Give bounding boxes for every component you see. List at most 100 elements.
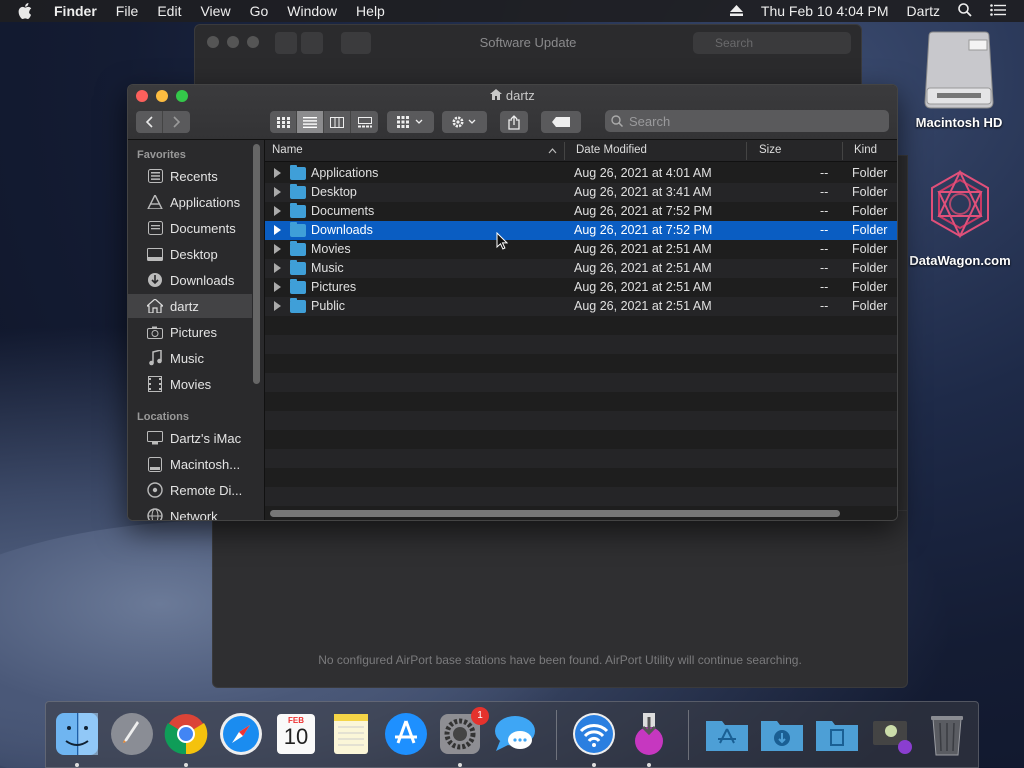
sidebar-item-recents[interactable]: Recents — [128, 164, 252, 188]
disclosure-triangle-icon[interactable] — [274, 206, 281, 216]
list-row-movies[interactable]: Movies Aug 26, 2021 at 2:51 AM -- Folder — [265, 240, 897, 259]
apple-menu-icon[interactable] — [18, 0, 38, 22]
view-mode-group — [270, 111, 378, 133]
share-button[interactable] — [500, 111, 528, 133]
disclosure-triangle-icon[interactable] — [274, 282, 281, 292]
row-date: Aug 26, 2021 at 3:41 AM — [574, 185, 712, 199]
disclosure-triangle-icon[interactable] — [274, 225, 281, 235]
downloads-stack[interactable] — [759, 711, 805, 757]
hard-drive-icon — [924, 31, 994, 109]
list-row-applications[interactable]: Applications Aug 26, 2021 at 4:01 AM -- … — [265, 164, 897, 183]
sidebar-item-network[interactable]: Network — [128, 504, 252, 520]
group-by-icon — [396, 116, 422, 128]
sidebar-label: Applications — [170, 194, 241, 210]
menu-app-name[interactable]: Finder — [54, 3, 97, 19]
list-row-documents[interactable]: Documents Aug 26, 2021 at 7:52 PM -- Fol… — [265, 202, 897, 221]
sidebar-item-macintosh-hd[interactable]: Macintosh... — [128, 452, 252, 476]
menu-window[interactable]: Window — [287, 3, 337, 19]
calendar-dock-icon[interactable]: FEB 10 — [273, 711, 319, 757]
recents-icon — [146, 168, 164, 184]
sidebar-item-remote-disc[interactable]: Remote Di... — [128, 478, 252, 502]
notes-dock-icon[interactable] — [328, 711, 374, 757]
menu-help[interactable]: Help — [356, 3, 385, 19]
screen-recorder-icon — [873, 721, 912, 754]
tag-button[interactable] — [541, 111, 581, 133]
column-header-kind[interactable]: Kind — [854, 144, 877, 156]
system-preferences-dock-icon[interactable]: 1 — [437, 707, 489, 757]
disclosure-triangle-icon[interactable] — [274, 244, 281, 254]
installer-dock-icon[interactable] — [626, 711, 672, 757]
empty-row — [265, 373, 897, 392]
menu-view[interactable]: View — [200, 3, 230, 19]
list-row-music[interactable]: Music Aug 26, 2021 at 2:51 AM -- Folder — [265, 259, 897, 278]
airport-utility-dock-icon[interactable] — [571, 711, 617, 757]
documents-stack[interactable] — [814, 711, 860, 757]
list-row-pictures[interactable]: Pictures Aug 26, 2021 at 2:51 AM -- Fold… — [265, 278, 897, 297]
folder-icon — [290, 165, 306, 180]
icon-view-button[interactable] — [270, 111, 297, 133]
list-view-button[interactable] — [297, 111, 324, 133]
spotlight-icon[interactable] — [958, 2, 972, 20]
column-header-size[interactable]: Size — [759, 144, 781, 156]
search-input[interactable] — [629, 113, 829, 129]
macintosh-hd-desktop-icon[interactable]: Macintosh HD — [910, 30, 1008, 130]
launchpad-dock-icon[interactable] — [109, 711, 155, 757]
sidebar-item-downloads[interactable]: Downloads — [128, 268, 252, 292]
sidebar-item-documents[interactable]: Documents — [128, 216, 252, 240]
notification-center-icon[interactable] — [990, 3, 1006, 19]
finder-dock-icon[interactable] — [54, 711, 100, 757]
horizontal-scrollbar[interactable] — [270, 510, 840, 517]
menu-user[interactable]: Dartz — [907, 3, 940, 19]
disclosure-triangle-icon[interactable] — [274, 263, 281, 273]
column-view-button[interactable] — [324, 111, 351, 133]
sidebar-item-movies[interactable]: Movies — [128, 372, 252, 396]
back-button[interactable] — [136, 111, 163, 133]
list-row-desktop[interactable]: Desktop Aug 26, 2021 at 3:41 AM -- Folde… — [265, 183, 897, 202]
column-header-name[interactable]: Name — [272, 144, 303, 156]
action-button[interactable] — [442, 111, 487, 133]
menu-go[interactable]: Go — [250, 3, 269, 19]
list-row-downloads[interactable]: Downloads Aug 26, 2021 at 7:52 PM -- Fol… — [265, 221, 897, 240]
column-divider — [564, 142, 565, 160]
disclosure-triangle-icon[interactable] — [274, 187, 281, 197]
sidebar-item-dartz[interactable]: dartz — [128, 294, 252, 318]
sidebar-item-imac[interactable]: Dartz's iMac — [128, 426, 252, 450]
sidebar-item-desktop[interactable]: Desktop — [128, 242, 252, 266]
group-by-button[interactable] — [387, 111, 434, 133]
chrome-dock-icon[interactable] — [163, 711, 209, 757]
forward-button[interactable] — [163, 111, 190, 133]
list-rows: Applications Aug 26, 2021 at 4:01 AM -- … — [265, 162, 897, 514]
home-title-icon — [490, 88, 506, 103]
safari-dock-icon[interactable] — [218, 711, 264, 757]
column-header-date[interactable]: Date Modified — [576, 144, 647, 156]
row-name: Applications — [311, 166, 379, 180]
folder-icon — [290, 184, 306, 199]
running-indicator — [75, 763, 79, 767]
notification-badge: 1 — [471, 707, 489, 725]
sidebar-item-applications[interactable]: Applications — [128, 190, 252, 214]
list-row-public[interactable]: Public Aug 26, 2021 at 2:51 AM -- Folder — [265, 297, 897, 316]
screen-recorder-stack[interactable] — [869, 711, 915, 757]
folder-icon — [290, 241, 306, 256]
trash-dock-icon[interactable] — [924, 711, 970, 757]
menu-file[interactable]: File — [116, 3, 139, 19]
menu-clock[interactable]: Thu Feb 10 4:04 PM — [761, 3, 889, 19]
disclosure-triangle-icon[interactable] — [274, 301, 281, 311]
row-name: Pictures — [311, 280, 357, 294]
sidebar-label: Movies — [170, 376, 212, 392]
sidebar-item-pictures[interactable]: Pictures — [128, 320, 252, 344]
sidebar-scrollbar[interactable] — [253, 144, 260, 384]
sidebar-item-music[interactable]: Music — [128, 346, 252, 370]
menu-edit[interactable]: Edit — [157, 3, 181, 19]
row-date: Aug 26, 2021 at 4:01 AM — [574, 166, 712, 180]
eject-icon[interactable] — [729, 3, 743, 19]
applications-stack[interactable] — [704, 711, 750, 757]
bg-search-field[interactable]: Search — [693, 32, 851, 54]
disclosure-triangle-icon[interactable] — [274, 168, 281, 178]
gallery-view-button[interactable] — [351, 111, 378, 133]
datawagon-desktop-icon[interactable]: DataWagon.com — [906, 169, 1014, 268]
messages-dock-icon[interactable] — [492, 711, 538, 757]
empty-row — [265, 487, 897, 506]
search-field[interactable] — [605, 110, 889, 132]
app-store-dock-icon[interactable] — [383, 711, 429, 757]
